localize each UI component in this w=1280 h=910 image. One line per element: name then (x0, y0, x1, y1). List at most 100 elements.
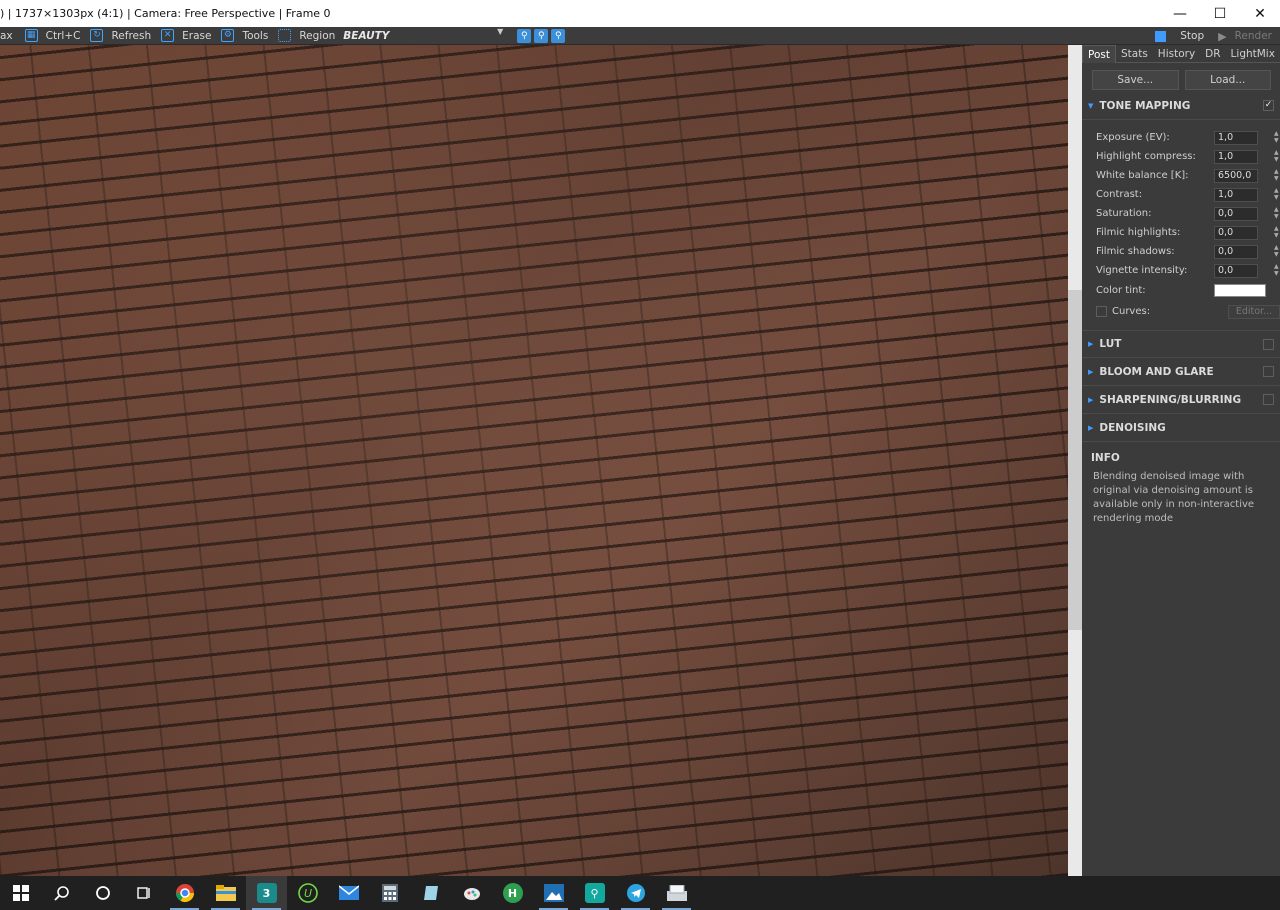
refresh-button[interactable]: ↻ Refresh (90, 27, 151, 45)
start-icon[interactable] (0, 876, 41, 910)
section-title: DENOISING (1099, 421, 1166, 434)
tab-history[interactable]: History (1153, 45, 1200, 63)
post-panel: Post Stats History DR LightMix Save... L… (1082, 45, 1280, 876)
filmic-highlights-input[interactable]: 0,0 (1214, 225, 1258, 240)
sharpening-checkbox[interactable] (1263, 394, 1274, 405)
upwork-icon[interactable]: U (287, 876, 328, 910)
param-curves: Curves: Editor... (1096, 301, 1280, 322)
param-white-balance: White balance [K]: 6500,0 ▲ ▼ (1096, 166, 1280, 185)
erase-button[interactable]: ✕ Erase (161, 27, 211, 45)
spinner-icon[interactable]: ▲ ▼ (1274, 187, 1279, 201)
calculator-icon[interactable] (369, 876, 410, 910)
window-controls: — ☐ ✕ (1160, 0, 1280, 27)
preset-buttons: Save... Load... (1082, 63, 1280, 90)
file-explorer-icon[interactable] (205, 876, 246, 910)
section-lut[interactable]: ▶ LUT (1082, 330, 1280, 358)
spinner-icon[interactable]: ▲ ▼ (1274, 206, 1279, 220)
expand-right-icon: ▶ (1088, 340, 1094, 348)
zoom-in-icon[interactable]: ⚲ (517, 28, 532, 43)
section-bloom-glare[interactable]: ▶ BLOOM AND GLARE (1082, 358, 1280, 386)
toolbar-item-label: Refresh (111, 29, 152, 42)
info-title: INFO (1091, 452, 1120, 464)
spinner-icon[interactable]: ▲ ▼ (1274, 149, 1279, 163)
3dsmax-icon[interactable]: 3 (246, 876, 287, 910)
section-denoising[interactable]: ▶ DENOISING (1082, 414, 1280, 442)
mail-icon[interactable] (328, 876, 369, 910)
region-button[interactable]: Region (278, 27, 335, 45)
spinner-icon[interactable]: ▲ ▼ (1274, 244, 1279, 258)
region-icon (278, 29, 292, 42)
tone-mapping-checkbox[interactable]: ✓ (1263, 100, 1274, 111)
curves-editor-button[interactable]: Editor... (1228, 304, 1280, 319)
zoom-out-icon[interactable]: ⚲ (534, 28, 549, 43)
toolbar-item-label: ax (0, 29, 13, 42)
keys-icon[interactable]: ⚲ (574, 876, 615, 910)
gear-icon: ⚙ (221, 29, 235, 42)
spinner-icon[interactable]: ▲ ▼ (1274, 225, 1279, 239)
spinner-icon[interactable]: ▲ ▼ (1274, 263, 1279, 277)
stop-button[interactable]: Stop (1180, 30, 1204, 42)
scanner-icon[interactable] (656, 876, 697, 910)
app-icon[interactable]: H (492, 876, 533, 910)
param-highlight-compress: Highlight compress: 1,0 ▲ ▼ (1096, 147, 1280, 166)
erase-icon: ✕ (161, 29, 175, 42)
param-filmic-highlights: Filmic highlights: 0,0 ▲ ▼ (1096, 223, 1280, 242)
search-icon[interactable] (41, 876, 82, 910)
viewport-scrollbar[interactable] (1068, 45, 1082, 876)
filmic-shadows-input[interactable]: 0,0 (1214, 244, 1258, 259)
tab-stats[interactable]: Stats (1116, 45, 1153, 63)
param-label: Saturation: (1096, 208, 1152, 219)
tab-dr[interactable]: DR (1200, 45, 1225, 63)
tools-button[interactable]: ⚙ Tools (221, 27, 268, 45)
vignette-input[interactable]: 0,0 (1214, 263, 1258, 278)
notes-icon[interactable] (410, 876, 451, 910)
param-saturation: Saturation: 0,0 ▲ ▼ (1096, 204, 1280, 223)
paint-icon[interactable] (451, 876, 492, 910)
bloom-checkbox[interactable] (1263, 366, 1274, 377)
zoom-fit-icon[interactable]: ⚲ (551, 28, 566, 43)
toolbar-item-label: Region (299, 29, 336, 42)
toolbar-item-ax[interactable]: ax (0, 27, 13, 45)
section-sharpening[interactable]: ▶ SHARPENING/BLURRING (1082, 386, 1280, 414)
tab-lightmix[interactable]: LightMix (1226, 45, 1280, 63)
copy-button[interactable]: ▦ Ctrl+C (24, 27, 80, 45)
render-viewport[interactable] (0, 45, 1068, 876)
param-label: Filmic highlights: (1096, 227, 1181, 238)
spinner-icon[interactable]: ▲ ▼ (1274, 168, 1279, 182)
title-bar: ) | 1737×1303px (4:1) | Camera: Free Per… (0, 0, 1280, 27)
lut-checkbox[interactable] (1263, 339, 1274, 350)
spinner-icon[interactable]: ▲ ▼ (1274, 130, 1279, 144)
copy-icon: ▦ (24, 29, 38, 42)
tab-post[interactable]: Post (1082, 45, 1116, 63)
contrast-input[interactable]: 1,0 (1214, 187, 1258, 202)
render-button[interactable]: ▶ Render (1218, 30, 1280, 43)
refresh-icon: ↻ (90, 29, 104, 42)
saturation-input[interactable]: 0,0 (1214, 206, 1258, 221)
exposure-input[interactable]: 1,0 (1214, 130, 1258, 145)
maximize-button[interactable]: ☐ (1200, 0, 1240, 27)
expand-right-icon: ▶ (1088, 367, 1094, 376)
save-button[interactable]: Save... (1092, 70, 1179, 90)
telegram-icon[interactable] (615, 876, 656, 910)
scrollbar-thumb[interactable] (1068, 290, 1082, 630)
window-title: ) | 1737×1303px (4:1) | Camera: Free Per… (0, 7, 331, 20)
color-tint-swatch[interactable] (1214, 284, 1266, 297)
channel-select[interactable]: BEAUTY ▼ (343, 27, 503, 45)
param-vignette: Vignette intensity: 0,0 ▲ ▼ (1096, 261, 1280, 280)
channel-select-value: BEAUTY (343, 29, 390, 42)
highlight-compress-input[interactable]: 1,0 (1214, 149, 1258, 164)
close-button[interactable]: ✕ (1240, 0, 1280, 27)
param-label: Exposure (EV): (1096, 132, 1170, 143)
load-button[interactable]: Load... (1184, 70, 1271, 90)
task-view-icon[interactable] (123, 876, 164, 910)
curves-checkbox[interactable] (1096, 306, 1107, 317)
param-label: White balance [K]: (1096, 170, 1189, 181)
white-balance-input[interactable]: 6500,0 (1214, 168, 1258, 183)
taskbar: 3 U H ⚲ (0, 876, 1280, 910)
section-tone-mapping[interactable]: ▼ TONE MAPPING ✓ (1082, 92, 1280, 120)
photos-icon[interactable] (533, 876, 574, 910)
minimize-button[interactable]: — (1160, 0, 1200, 27)
param-filmic-shadows: Filmic shadows: 0,0 ▲ ▼ (1096, 242, 1280, 261)
chrome-icon[interactable] (164, 876, 205, 910)
cortana-icon[interactable] (82, 876, 123, 910)
